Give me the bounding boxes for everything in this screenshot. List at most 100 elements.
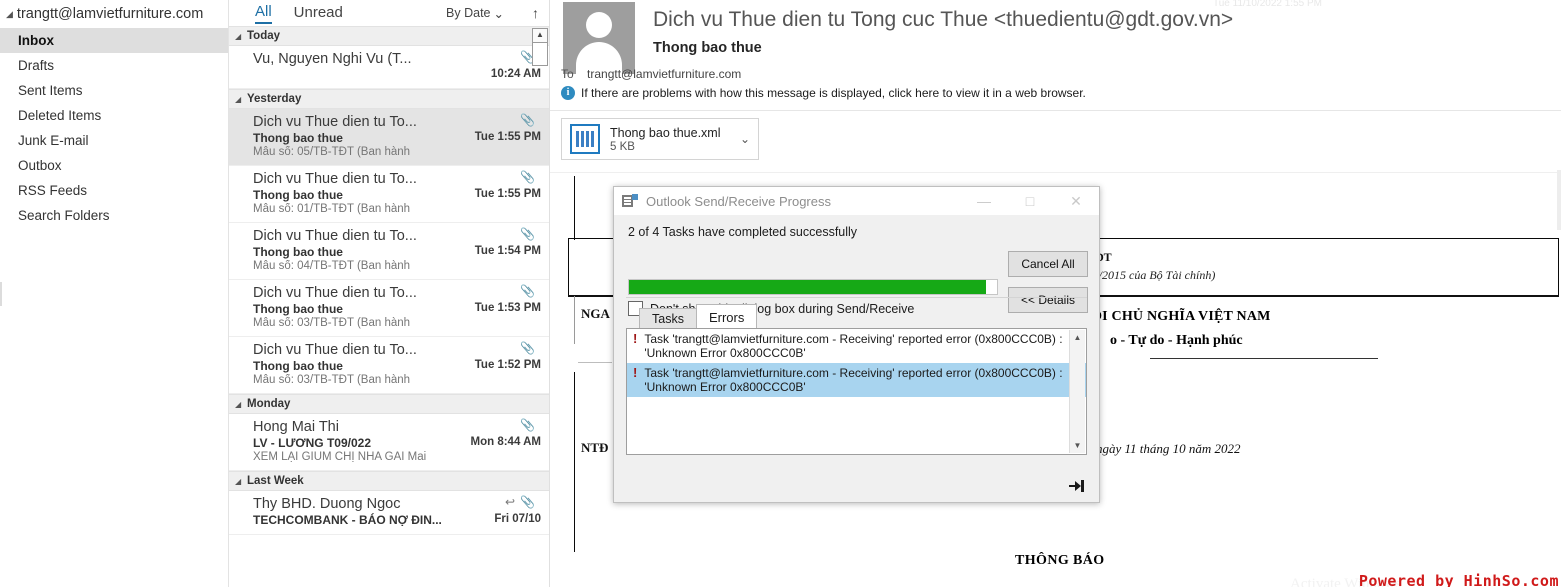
replied-icon: ↩ — [504, 495, 515, 509]
sidebar-item-drafts[interactable]: Drafts — [0, 53, 228, 78]
sidebar-item-label: Outbox — [18, 158, 62, 173]
message-subject: Thong bao thue — [653, 40, 762, 56]
to-row: To trangtt@lamvietfurniture.com — [561, 67, 741, 81]
message-list-item[interactable]: Hong Mai Thi LV - LƯƠNG T09/022 XEM LẠI GI… — [229, 414, 549, 471]
dialog-body: 2 of 4 Tasks have completed successfully… — [614, 215, 1099, 316]
message-list-item[interactable]: Dich vu Thue dien tu To... Thong bao thue… — [229, 166, 549, 223]
doc-title: THÔNG BÁO — [1015, 553, 1105, 568]
message-sender: Hong Mai Thi — [253, 419, 339, 435]
group-collapse-icon[interactable]: ◢ — [235, 32, 241, 41]
body-scrollbar[interactable] — [1557, 170, 1561, 230]
message-sender: Dich vu Thue dien tu To... — [253, 171, 417, 187]
attachment-name: Thong bao thue.xml — [610, 125, 721, 140]
sidebar-item-label: Deleted Items — [18, 108, 102, 123]
tab-errors[interactable]: Errors — [695, 304, 758, 329]
info-bar-text: If there are problems with how this mess… — [581, 86, 1086, 100]
message-list-item[interactable]: Dich vu Thue dien tu To... Thong bao thue… — [229, 223, 549, 280]
info-icon: i — [561, 86, 575, 100]
sidebar-item-search-folders[interactable]: Search Folders — [0, 203, 228, 228]
message-list-pane: All Unread By Date ⌄ ↑ ◢ Today Vu, Nguyen … — [229, 0, 550, 587]
close-icon[interactable]: ✕ — [1053, 187, 1099, 215]
attachment-chip[interactable]: Thong bao thue.xml 5 KB ⌄ — [561, 118, 759, 160]
sidebar-item-rss-feeds[interactable]: RSS Feeds — [0, 178, 228, 203]
error-list-scrollbar[interactable]: ▲ ▼ — [1069, 330, 1085, 453]
progress-bar-fill — [629, 280, 986, 294]
resize-grip-icon[interactable] — [1069, 480, 1087, 494]
attachment-separator-2 — [550, 172, 1561, 173]
error-list-item[interactable]: ! Task 'trangtt@lamvietfurniture.com - Re… — [627, 363, 1086, 397]
sidebar-item-inbox[interactable]: Inbox — [0, 28, 228, 53]
error-line-1: Task 'trangtt@lamvietfurniture.com - Rec… — [644, 366, 1063, 380]
dialog-title-bar[interactable]: Outlook Send/Receive Progress — □ ✕ — [614, 187, 1099, 215]
sort-by-date-dropdown[interactable]: By Date ⌄ — [446, 6, 504, 21]
error-list[interactable]: ! Task 'trangtt@lamvietfurniture.com - Re… — [626, 328, 1087, 455]
error-icon: ! — [633, 331, 638, 346]
message-group-label: Monday — [247, 398, 291, 410]
message-list-scrollbar[interactable]: ▲ — [532, 28, 548, 587]
group-collapse-icon[interactable]: ◢ — [235, 400, 241, 409]
sidebar-item-label: Sent Items — [18, 83, 83, 98]
message-sender: Dich vu Thue dien tu To... — [253, 342, 417, 358]
sidebar-item-label: Inbox — [18, 33, 54, 48]
error-line-2: 'Unknown Error 0x800CCC0B' — [644, 346, 806, 360]
message-group-header[interactable]: ◢ Today — [229, 26, 549, 46]
cancel-all-button[interactable]: Cancel All — [1008, 251, 1088, 277]
message-group-label: Last Week — [247, 475, 304, 487]
sort-label: By Date — [446, 6, 491, 20]
message-time: Mon 8:44 AM — [470, 436, 542, 448]
message-preview: Mẫu số: 04/TB-TĐT (Ban hành — [253, 260, 411, 272]
sidebar-item-outbox[interactable]: Outbox — [0, 153, 228, 178]
collapse-triangle-icon[interactable]: ◢ — [6, 9, 13, 20]
tab-unread[interactable]: Unread — [294, 4, 343, 23]
scrollbar-thumb[interactable] — [532, 43, 548, 66]
sort-direction-icon[interactable]: ↑ — [526, 5, 539, 21]
error-rows: ! Task 'trangtt@lamvietfurniture.com - Re… — [627, 329, 1086, 397]
tab-tasks[interactable]: Tasks — [639, 308, 697, 329]
doc-nation-line-1: HỘI CHỦ NGHĨA VIỆT NAM — [1080, 309, 1271, 324]
to-recipient[interactable]: trangtt@lamvietfurniture.com — [587, 67, 741, 81]
sidebar-item-label: Search Folders — [18, 208, 110, 223]
scroll-up-icon[interactable]: ▲ — [1070, 330, 1085, 345]
group-collapse-icon[interactable]: ◢ — [235, 95, 241, 104]
doc-date-line: ngày 11 tháng 10 năm 2022 — [1096, 441, 1241, 456]
doc-left-label-1: NGA — [581, 306, 610, 321]
error-line-2: 'Unknown Error 0x800CCC0B' — [644, 380, 806, 394]
message-list-item[interactable]: Thy BHD. Duong Ngoc TECHCOMBANK - BÁO NỢ … — [229, 491, 549, 535]
details-button[interactable]: << Details — [1008, 287, 1088, 313]
info-bar[interactable]: i If there are problems with how this me… — [561, 86, 1086, 100]
message-preview: Mẫu số: 01/TB-TĐT (Ban hành — [253, 203, 411, 215]
message-sender: Dich vu Thue dien tu To... — [253, 114, 417, 130]
message-list-item[interactable]: Dich vu Thue dien tu To... Thong bao thue… — [229, 109, 549, 166]
minimize-icon[interactable]: — — [961, 187, 1007, 215]
message-group-header[interactable]: ◢ Last Week — [229, 471, 549, 491]
message-items-container: ◢ Today Vu, Nguyen Nghi Vu (T... 10:24 AM 📎 ◢… — [229, 26, 549, 535]
sidebar-item-sent-items[interactable]: Sent Items — [0, 78, 228, 103]
account-node[interactable]: ◢ trangtt@lamvietfurniture.com — [0, 0, 228, 28]
progress-status-text: 2 of 4 Tasks have completed successfully — [628, 225, 858, 239]
chevron-down-icon: ⌄ — [493, 6, 504, 21]
avatar — [563, 2, 635, 74]
attachment-chevron-down-icon[interactable]: ⌄ — [740, 132, 750, 146]
message-preview: Mẫu số: 03/TB-TĐT (Ban hành — [253, 317, 411, 329]
message-sender: Thy BHD. Duong Ngoc — [253, 496, 401, 512]
maximize-icon[interactable]: □ — [1007, 187, 1053, 215]
scroll-up-icon[interactable]: ▲ — [532, 28, 548, 43]
message-group-header[interactable]: ◢ Monday — [229, 394, 549, 414]
message-sender: Vu, Nguyen Nghi Vu (T... — [253, 51, 412, 67]
error-list-item[interactable]: ! Task 'trangtt@lamvietfurniture.com - Re… — [627, 329, 1086, 363]
tab-all[interactable]: All — [255, 3, 272, 24]
group-collapse-icon[interactable]: ◢ — [235, 477, 241, 486]
message-list-item[interactable]: Dich vu Thue dien tu To... Thong bao thue… — [229, 337, 549, 394]
message-list-item[interactable]: Dich vu Thue dien tu To... Thong bao thue… — [229, 280, 549, 337]
message-list-item[interactable]: Vu, Nguyen Nghi Vu (T... 10:24 AM 📎 — [229, 46, 549, 89]
folder-sidebar: ◢ trangtt@lamvietfurniture.com Inbox Draf… — [0, 0, 229, 587]
sidebar-item-label: Drafts — [18, 58, 55, 73]
scroll-down-icon[interactable]: ▼ — [1070, 438, 1085, 453]
send-receive-progress-dialog: Outlook Send/Receive Progress — □ ✕ 2 of… — [613, 186, 1100, 503]
doc-divider-1 — [574, 176, 575, 240]
message-group-header[interactable]: ◢ Yesterday — [229, 89, 549, 109]
doc-divider-3 — [574, 372, 575, 552]
dialog-title: Outlook Send/Receive Progress — [646, 193, 831, 209]
sidebar-item-junk-e-mail[interactable]: Junk E-mail — [0, 128, 228, 153]
sidebar-item-deleted-items[interactable]: Deleted Items — [0, 103, 228, 128]
